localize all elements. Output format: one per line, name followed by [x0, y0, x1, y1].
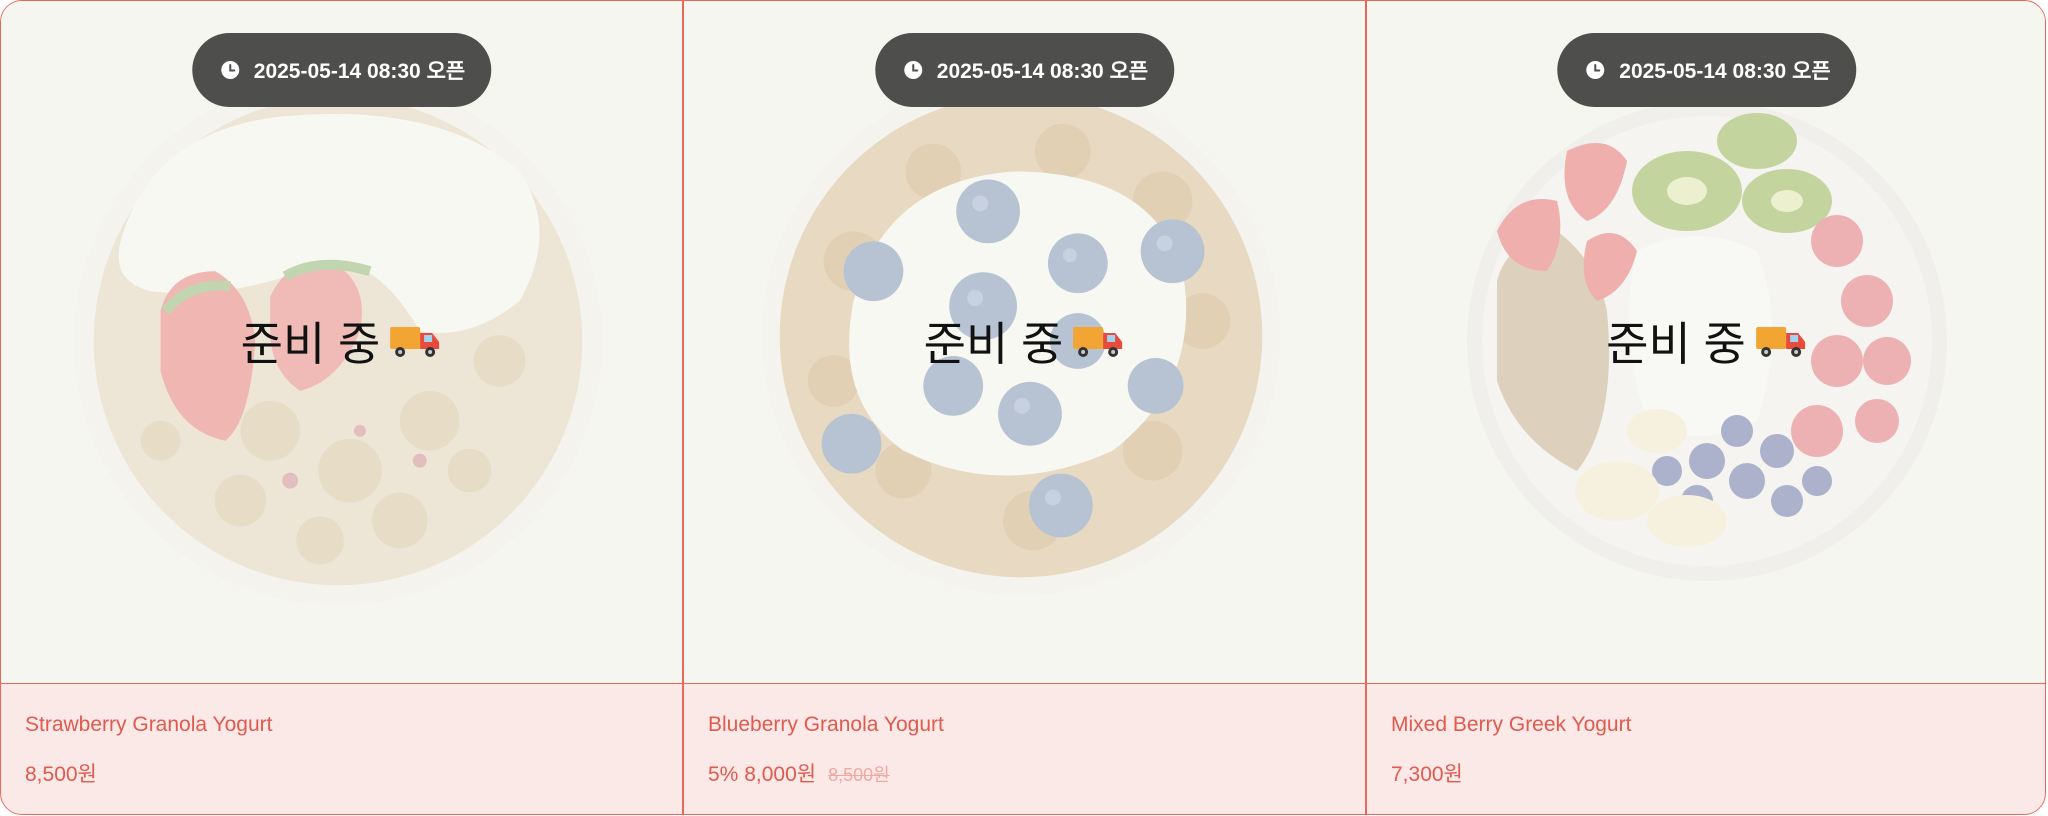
clock-icon: [220, 61, 239, 79]
delivery-truck-icon: [390, 327, 440, 357]
product-info: Mixed Berry Greek Yogurt 7,300원: [1367, 684, 2045, 814]
open-time-badge: 2025-05-14 08:30 오픈: [191, 33, 492, 107]
product-image[interactable]: 2025-05-14 08:30 오픈 준비 중: [1, 1, 682, 684]
open-time-text: 2025-05-14 08:30 오픈: [936, 60, 1149, 83]
product-name[interactable]: Mixed Berry Greek Yogurt: [1391, 712, 2023, 738]
product-info: Blueberry Granola Yogurt 5% 8,000원 8,500…: [684, 684, 1365, 814]
product-card[interactable]: 2025-05-14 08:30 오픈 준비 중 Strawberry Gran…: [1, 1, 684, 814]
product-image[interactable]: 2025-05-14 08:30 오픈 준비 중: [684, 1, 1365, 684]
product-card[interactable]: 2025-05-14 08:30 오픈 준비 중 Blueberry Grano…: [684, 1, 1367, 814]
clock-icon: [903, 61, 922, 79]
product-name[interactable]: Blueberry Granola Yogurt: [708, 712, 1341, 738]
product-grid: 2025-05-14 08:30 오픈 준비 중 Strawberry Gran…: [0, 0, 2046, 815]
sale-price: 5% 8,000원: [708, 758, 816, 788]
sale-price: 8,500원: [25, 763, 97, 786]
open-time-text: 2025-05-14 08:30 오픈: [1619, 60, 1831, 83]
clock-icon: [1586, 61, 1605, 79]
original-price: 8,500원: [828, 765, 890, 785]
delivery-truck-icon: [1073, 327, 1123, 357]
open-time-badge: 2025-05-14 08:30 오픈: [874, 33, 1175, 107]
product-card[interactable]: 2025-05-14 08:30 오픈 준비 중 Mixed Berry Gre…: [1367, 1, 2045, 814]
preparing-status: 준비 중: [924, 308, 1126, 374]
preparing-text: 준비 중: [923, 318, 1064, 370]
open-time-text: 2025-05-14 08:30 오픈: [253, 60, 466, 83]
product-image[interactable]: 2025-05-14 08:30 오픈 준비 중: [1367, 1, 2045, 684]
preparing-status: 준비 중: [1606, 308, 1808, 374]
preparing-text: 준비 중: [240, 318, 381, 370]
sale-price: 7,300원: [1391, 763, 1463, 786]
product-name[interactable]: Strawberry Granola Yogurt: [25, 712, 658, 738]
delivery-truck-icon: [1755, 327, 1805, 357]
price-row: 8,500원: [25, 758, 658, 788]
price-row: 7,300원: [1391, 758, 2023, 788]
preparing-status: 준비 중: [241, 308, 443, 374]
preparing-text: 준비 중: [1606, 318, 1746, 370]
open-time-badge: 2025-05-14 08:30 오픈: [1557, 33, 1857, 107]
price-row: 5% 8,000원 8,500원: [708, 758, 1341, 788]
discount-rate: 5%: [708, 763, 739, 786]
product-info: Strawberry Granola Yogurt 8,500원: [1, 684, 682, 814]
discounted-price: 8,000원: [744, 763, 817, 786]
